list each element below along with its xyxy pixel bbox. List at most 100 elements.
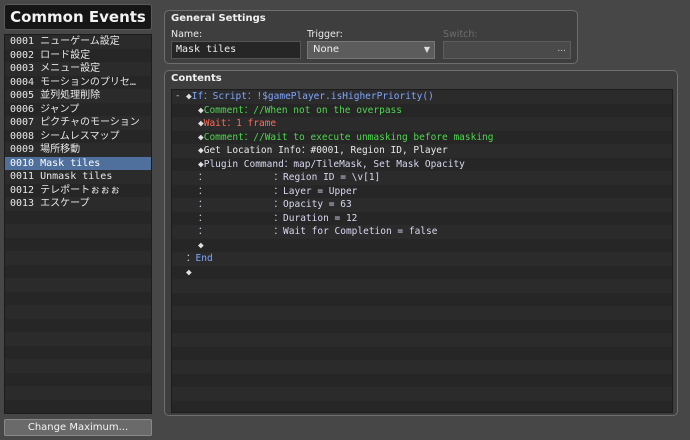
event-id: 0012 bbox=[10, 184, 35, 196]
command-line[interactable]: ：：Layer = Upper bbox=[172, 184, 672, 198]
command-line[interactable]: ◆Comment：//Wait to execute unmasking bef… bbox=[172, 130, 672, 144]
trigger-label: Trigger: bbox=[307, 29, 343, 40]
common-events-title: Common Events bbox=[4, 4, 152, 30]
command-line[interactable]: ◆ bbox=[172, 265, 672, 279]
general-settings-title: General Settings bbox=[171, 13, 266, 24]
empty-line bbox=[172, 319, 672, 333]
command-line[interactable]: ：：Duration = 12 bbox=[172, 211, 672, 225]
empty-row bbox=[5, 224, 151, 238]
empty-row bbox=[5, 413, 151, 414]
command-line[interactable]: - ◆If：Script：!$gamePlayer.isHigherPriorit… bbox=[172, 90, 672, 104]
empty-line bbox=[172, 279, 672, 293]
switch-field: ... bbox=[443, 41, 571, 59]
general-settings-group: General Settings Name: Mask tiles Trigge… bbox=[164, 10, 578, 64]
empty-row bbox=[5, 264, 151, 278]
empty-line bbox=[172, 360, 672, 374]
event-name: ニューゲーム設定 bbox=[40, 36, 120, 47]
command-text: Comment：//Wait to execute unmasking befo… bbox=[203, 131, 494, 143]
switch-browse-button: ... bbox=[557, 44, 566, 54]
empty-row bbox=[5, 332, 151, 346]
event-list-item[interactable]: 0011 Unmask tiles bbox=[5, 170, 151, 184]
empty-line bbox=[172, 346, 672, 360]
event-command-list[interactable]: - ◆ If：Script：!$gamePlayer.isHigherPriorit… bbox=[171, 89, 673, 413]
command-line[interactable]: ◆Plugin Command：map/TileMask, Set Mask O… bbox=[172, 157, 672, 171]
event-name: ピクチャのモーション bbox=[40, 117, 140, 128]
event-id: 0006 bbox=[10, 103, 35, 115]
command-text: map/TileMask, Set Mask Opacity bbox=[293, 158, 465, 170]
diamond-icon: ◆ bbox=[198, 239, 204, 251]
common-events-list[interactable]: 0001 ニューゲーム設定 0002 ロード設定 0003 メニュー設定 0004 モーション… bbox=[4, 34, 152, 414]
collapse-toggle-icon[interactable]: - bbox=[175, 90, 180, 104]
command-text: Plugin Command： bbox=[203, 158, 294, 170]
event-list-item[interactable]: 0006 ジャンプ bbox=[5, 102, 151, 116]
contents-title: Contents bbox=[171, 73, 222, 84]
trigger-select[interactable]: None ▼ bbox=[307, 41, 435, 59]
command-line[interactable]: ◆Get Location Info：#0001, Region ID, Pla… bbox=[172, 144, 672, 158]
change-maximum-button[interactable]: Change Maximum... bbox=[4, 419, 152, 436]
event-name: Unmask tiles bbox=[40, 171, 113, 182]
event-id: 0003 bbox=[10, 63, 35, 74]
empty-line bbox=[172, 387, 672, 401]
command-text: Comment：//When not on the overpass bbox=[203, 104, 402, 116]
event-id: 0002 bbox=[10, 49, 35, 61]
empty-line bbox=[172, 306, 672, 320]
event-id: 0004 bbox=[10, 76, 35, 88]
empty-row bbox=[5, 372, 151, 386]
empty-line bbox=[172, 292, 672, 306]
command-text: Opacity = 63 bbox=[283, 199, 352, 210]
empty-line bbox=[172, 373, 672, 387]
empty-row bbox=[5, 237, 151, 251]
command-text: Get Location Info： bbox=[203, 145, 311, 156]
command-line[interactable]: ◆ bbox=[172, 238, 672, 252]
name-label: Name: bbox=[171, 29, 203, 40]
event-list-item[interactable]: 0009 場所移動 bbox=[5, 143, 151, 157]
event-list-item[interactable]: 0007 ピクチャのモーション bbox=[5, 116, 151, 130]
event-name: ジャンプ bbox=[40, 103, 80, 115]
empty-row bbox=[5, 386, 151, 400]
command-text: Duration = 12 bbox=[283, 212, 358, 224]
empty-row bbox=[5, 305, 151, 319]
command-text: #0001, Region ID, Player bbox=[310, 145, 448, 156]
empty-row bbox=[5, 359, 151, 373]
event-list-item[interactable]: 0002 ロード設定 bbox=[5, 48, 151, 62]
event-list-item[interactable]: 0004 モーションのプリセ… bbox=[5, 75, 151, 89]
event-id: 0008 bbox=[10, 130, 35, 142]
command-text: End bbox=[195, 253, 213, 264]
empty-row bbox=[5, 291, 151, 305]
name-field[interactable]: Mask tiles bbox=[171, 41, 301, 59]
command-line[interactable]: ◆Comment：//When not on the overpass bbox=[172, 103, 672, 117]
empty-line bbox=[172, 400, 672, 412]
event-name: 場所移動 bbox=[40, 144, 81, 155]
event-name: メニュー設定 bbox=[40, 63, 101, 74]
command-line[interactable]: ：：Wait for Completion = false bbox=[172, 225, 672, 239]
event-list-item[interactable]: 0005 並列処理削除 bbox=[5, 89, 151, 103]
event-list-item[interactable]: 0010 Mask tiles bbox=[5, 156, 151, 170]
command-line[interactable]: ：End bbox=[172, 252, 672, 266]
event-list-item[interactable]: 0012 テレポートぉぉぉ bbox=[5, 183, 151, 197]
command-text: Wait：1 frame bbox=[203, 118, 277, 129]
event-list-item[interactable]: 0008 シームレスマップ bbox=[5, 129, 151, 143]
command-line[interactable]: ◆Wait：1 frame bbox=[172, 117, 672, 131]
event-name: ロード設定 bbox=[40, 49, 91, 61]
command-text: Layer = Upper bbox=[283, 185, 358, 197]
event-list-item[interactable]: 0001 ニューゲーム設定 bbox=[5, 35, 151, 49]
event-list-item[interactable]: 0013 エスケープ bbox=[5, 197, 151, 211]
chevron-down-icon: ▼ bbox=[423, 45, 430, 54]
event-id: 0005 bbox=[10, 90, 35, 101]
command-line[interactable]: ：：Region ID = \v[1] bbox=[172, 171, 672, 185]
event-list-item[interactable]: 0003 メニュー設定 bbox=[5, 62, 151, 76]
empty-row bbox=[5, 318, 151, 332]
command-text: Wait for Completion = false bbox=[283, 226, 438, 237]
event-name: Mask tiles bbox=[40, 157, 101, 169]
event-id: 0009 bbox=[10, 144, 35, 155]
event-id: 0010 bbox=[10, 157, 35, 169]
command-line[interactable]: ：：Opacity = 63 bbox=[172, 198, 672, 212]
diamond-icon: ◆ bbox=[186, 266, 192, 278]
event-id: 0011 bbox=[10, 171, 35, 182]
contents-group: Contents - ◆ If：Script：!$gamePlayer.isHigh… bbox=[164, 70, 678, 416]
empty-row bbox=[5, 345, 151, 359]
event-name: モーションのプリセ… bbox=[40, 76, 136, 88]
trigger-select-value: None bbox=[313, 44, 340, 55]
event-id: 0007 bbox=[10, 117, 35, 128]
switch-label: Switch: bbox=[443, 29, 478, 40]
